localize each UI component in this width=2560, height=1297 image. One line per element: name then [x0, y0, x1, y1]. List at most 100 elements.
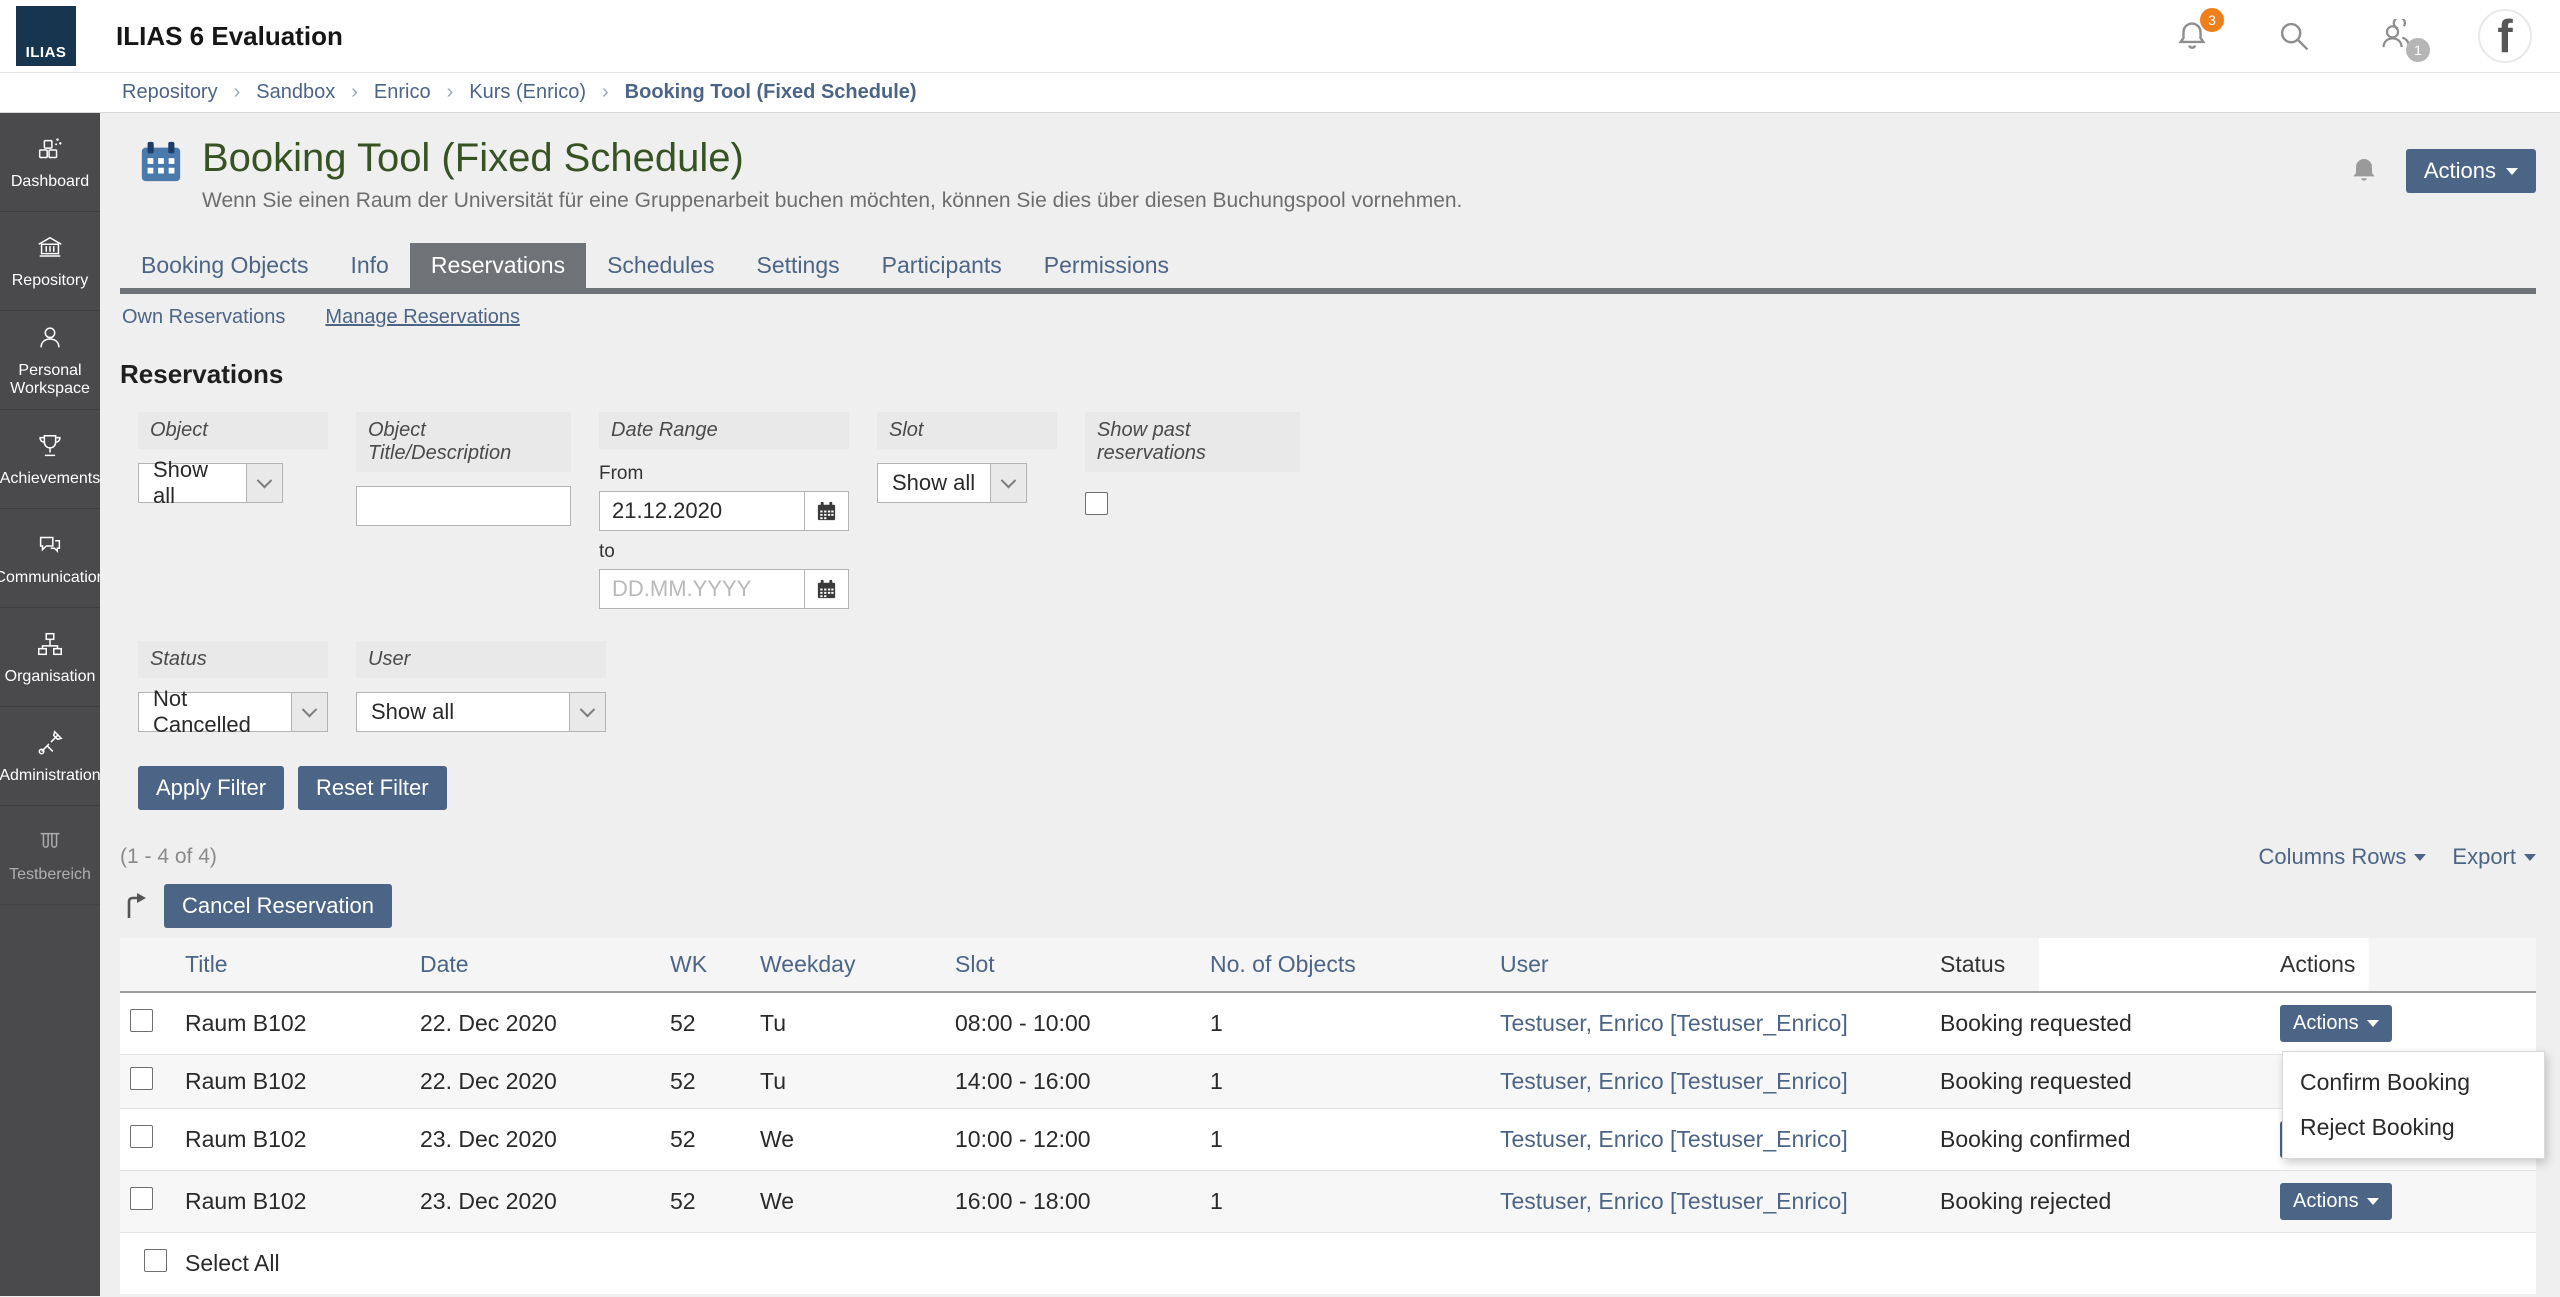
sort-wk-link[interactable]: WK — [670, 951, 707, 977]
breadcrumb-link[interactable]: Enrico — [374, 81, 431, 104]
tab-participants[interactable]: Participants — [861, 243, 1023, 288]
cell-objects: 1 — [1200, 992, 1490, 1055]
notifications-button[interactable]: 3 — [2172, 8, 2224, 56]
date-from-input[interactable] — [599, 491, 805, 531]
filter-label-title-description: Object Title/Description — [356, 412, 571, 472]
date-to-input[interactable] — [599, 569, 805, 609]
apply-filter-button[interactable]: Apply Filter — [138, 766, 285, 810]
select-all-checkbox[interactable] — [144, 1249, 167, 1272]
sort-user-link[interactable]: User — [1500, 951, 1549, 977]
status-select[interactable]: Not Cancelled — [138, 686, 328, 737]
breadcrumb-current[interactable]: Booking Tool (Fixed Schedule) — [625, 81, 917, 104]
breadcrumb-link[interactable]: Repository — [122, 81, 218, 104]
filter-label-slot: Slot — [877, 412, 1057, 449]
breadcrumb-separator: › — [351, 81, 358, 103]
row-checkbox[interactable] — [130, 1067, 153, 1090]
cell-weekday: Tu — [750, 1054, 945, 1109]
filter-panel: Object Show all Object Title/Description… — [120, 412, 2536, 810]
user-link[interactable]: Testuser, Enrico [Testuser_Enrico] — [1500, 1010, 1848, 1036]
subtab-own-reservations[interactable]: Own Reservations — [122, 306, 285, 329]
header-weekday: Weekday — [750, 938, 945, 993]
reservations-table: Title Date WK Weekday Slot No. of Object… — [120, 938, 2545, 1294]
sidebar-item-organisation[interactable]: Organisation — [0, 608, 100, 707]
user-link[interactable]: Testuser, Enrico [Testuser_Enrico] — [1500, 1188, 1848, 1214]
sort-slot-link[interactable]: Slot — [955, 951, 995, 977]
export-dropdown[interactable]: Export — [2452, 844, 2536, 870]
subtab-manage-reservations[interactable]: Manage Reservations — [325, 306, 520, 329]
sort-date-link[interactable]: Date — [420, 951, 469, 977]
cell-weekday: We — [750, 1170, 945, 1233]
sidebar-item-label: Repository — [11, 271, 89, 289]
object-title-input[interactable] — [356, 486, 571, 526]
calendar-icon — [817, 579, 836, 598]
tab-settings[interactable]: Settings — [736, 243, 861, 288]
booking-tool-calendar-icon — [141, 141, 181, 182]
date-to-calendar-button[interactable] — [805, 569, 849, 609]
page-description: Wenn Sie einen Raum der Universität für … — [202, 189, 1463, 212]
tab-permissions[interactable]: Permissions — [1023, 243, 1190, 288]
object-select[interactable]: Show all — [138, 457, 283, 508]
sidebar-item-testbereich[interactable]: Testbereich — [0, 806, 100, 905]
cell-status: Booking confirmed — [1930, 1108, 2270, 1171]
top-header-bar: ILIAS ILIAS 6 Evaluation 3 1 f — [0, 0, 2560, 73]
contacts-button[interactable]: 1 — [2376, 16, 2430, 62]
header-title: Title — [175, 938, 410, 993]
header-actions: Actions — [2270, 938, 2536, 993]
show-past-reservations-checkbox[interactable] — [1085, 492, 1108, 515]
row-checkbox[interactable] — [130, 1009, 153, 1032]
tab-info[interactable]: Info — [329, 243, 409, 288]
cell-status: Booking rejected — [1930, 1170, 2270, 1233]
active-tab-underline — [120, 288, 2536, 294]
user-select[interactable]: Show all — [356, 692, 606, 732]
cell-title: Raum B102 — [175, 992, 410, 1055]
cell-status: Booking requested — [1930, 1054, 2270, 1109]
ilias-logo[interactable]: ILIAS — [16, 6, 76, 66]
reset-filter-button[interactable]: Reset Filter — [298, 766, 447, 810]
cancel-reservation-button-top[interactable]: Cancel Reservation — [164, 884, 392, 928]
breadcrumb-link[interactable]: Kurs (Enrico) — [469, 81, 586, 104]
sidebar-item-communication[interactable]: Communication — [0, 509, 106, 608]
table-row: Raum B102 22. Dec 2020 52 Tu 08:00 - 10:… — [120, 992, 2545, 1159]
breadcrumb-separator: › — [602, 81, 609, 103]
sort-objects-link[interactable]: No. of Objects — [1210, 951, 1356, 977]
breadcrumb-link[interactable]: Sandbox — [256, 81, 335, 104]
sidebar-item-administration[interactable]: Administration — [0, 707, 101, 806]
menu-item-reject-booking[interactable]: Reject Booking — [2283, 1105, 2544, 1150]
table-header-row: Title Date WK Weekday Slot No. of Object… — [120, 938, 2536, 993]
tab-schedules[interactable]: Schedules — [586, 243, 735, 288]
filter-label-status: Status — [138, 641, 328, 678]
tab-reservations[interactable]: Reservations — [409, 243, 587, 288]
row-checkbox[interactable] — [130, 1125, 153, 1148]
columns-rows-dropdown[interactable]: Columns Rows — [2258, 844, 2427, 870]
user-link[interactable]: Testuser, Enrico [Testuser_Enrico] — [1500, 1126, 1848, 1152]
sidebar-item-dashboard[interactable]: Dashboard — [0, 113, 100, 212]
page-actions-button[interactable]: Actions — [2405, 149, 2536, 193]
search-icon — [2280, 22, 2309, 51]
filter-label-date-range: Date Range — [599, 412, 849, 449]
filter-label-user: User — [356, 641, 606, 678]
sidebar-item-achievements[interactable]: Achievements — [0, 410, 100, 509]
sidebar-item-repository[interactable]: Repository — [0, 212, 100, 311]
breadcrumb: Repository › Sandbox › Enrico › Kurs (En… — [0, 73, 2560, 113]
row-checkbox[interactable] — [130, 1187, 153, 1210]
cell-wk: 52 — [660, 1170, 750, 1233]
notifications-badge: 3 — [2200, 8, 2224, 32]
notification-bell-icon[interactable] — [2348, 155, 2380, 187]
cell-slot: 08:00 - 10:00 — [945, 992, 1200, 1055]
user-link[interactable]: Testuser, Enrico [Testuser_Enrico] — [1500, 1068, 1848, 1094]
date-from-calendar-button[interactable] — [805, 491, 849, 531]
sort-weekday-link[interactable]: Weekday — [760, 951, 855, 977]
sidebar-item-label: Personal Workspace — [10, 361, 90, 397]
header-select-column — [120, 938, 175, 993]
sidebar-item-personal-workspace[interactable]: Personal Workspace — [0, 311, 100, 410]
sort-title-link[interactable]: Title — [185, 951, 228, 977]
search-button[interactable] — [2274, 16, 2314, 56]
slot-select[interactable]: Show all — [877, 463, 1027, 503]
row-actions-button[interactable]: Actions — [2280, 1183, 2392, 1220]
user-avatar[interactable]: f — [2478, 9, 2532, 63]
tab-booking-objects[interactable]: Booking Objects — [120, 243, 329, 288]
cell-slot: 14:00 - 16:00 — [945, 1054, 1200, 1109]
row-actions-button[interactable]: Actions — [2280, 1005, 2392, 1042]
cell-slot: 10:00 - 12:00 — [945, 1108, 1200, 1171]
menu-item-confirm-booking[interactable]: Confirm Booking — [2283, 1060, 2544, 1105]
